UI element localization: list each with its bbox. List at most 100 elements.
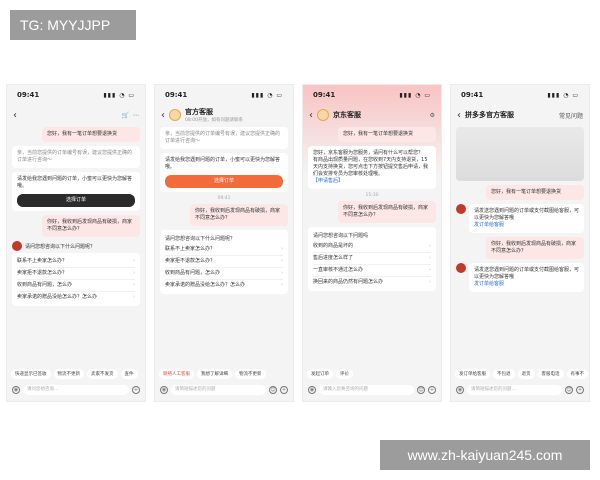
- question-text: 联系不上卖家怎么办？: [165, 246, 216, 252]
- add-icon[interactable]: +: [428, 386, 436, 394]
- quick-chip[interactable]: 查件: [120, 369, 138, 379]
- emoji-icon[interactable]: ☺: [417, 386, 425, 394]
- chat-body: 您好，我有一笔订单想要退换货 亲，当前您提供的订单编号有误，建议您提供正确的订单…: [7, 125, 145, 367]
- voice-icon[interactable]: ◉: [308, 386, 316, 394]
- bot-row: 请发送您遇到问题的订单或支付截图给客服，可以更快为您解答哦 发订单给客服: [456, 263, 584, 296]
- add-icon[interactable]: +: [576, 386, 584, 394]
- chat-title: 官方客服 08:00开放，如有问题请联系: [185, 107, 287, 123]
- quick-chip[interactable]: 发订单给客服: [455, 369, 490, 379]
- voice-icon[interactable]: ◉: [160, 386, 168, 394]
- quick-chip[interactable]: 快递显示已签收: [11, 369, 51, 379]
- status-time: 09:41: [313, 91, 336, 99]
- quick-chip[interactable]: 评价: [336, 369, 353, 379]
- back-icon[interactable]: ‹: [309, 110, 313, 121]
- add-icon[interactable]: +: [280, 386, 288, 394]
- settings-icon[interactable]: ⚙: [430, 112, 435, 119]
- quick-chip[interactable]: 物流不更新: [53, 369, 84, 379]
- question-head-text: 请问您想咨询以下什么问题呢？: [25, 243, 96, 250]
- time-mark: 15:30: [365, 193, 379, 198]
- quick-chip[interactable]: 我想了解详细: [197, 369, 232, 379]
- emoji-icon[interactable]: ☺: [269, 386, 277, 394]
- quick-chip[interactable]: 发起订单: [307, 369, 333, 379]
- question-item[interactable]: 卖家拒不退款怎么办？ ›: [17, 268, 135, 280]
- bot-message-text: 请发给我您遇到问题的订单，小蜜可以更快为您解答哦。: [17, 176, 133, 189]
- select-order-button[interactable]: 选择订单: [17, 194, 135, 207]
- chevron-right-icon: ›: [429, 255, 431, 261]
- bot-message-text: 请发送您遇到问题的订单或支付截图给客服，可以更快为您解答哦: [474, 267, 580, 280]
- question-item[interactable]: 联系不上卖家怎么办？ ›: [17, 256, 135, 268]
- send-order-link[interactable]: 发订单给客服: [474, 281, 504, 287]
- user-message: 你好，我收到后发现商品有破损，商家不同意怎么办？: [190, 204, 288, 226]
- bot-avatar-icon: [456, 263, 466, 273]
- message-input[interactable]: 请问您想咨询...: [23, 385, 129, 395]
- question-text: 一直审核不通过怎么办: [313, 267, 364, 273]
- quick-chip[interactable]: 退货: [517, 369, 535, 379]
- user-message: 你好，我收到后发现商品有破损，商家不同意怎么办？: [42, 215, 140, 237]
- quick-chip[interactable]: 有事不: [566, 369, 588, 379]
- question-item[interactable]: 一直审核不通过怎么办 ›: [313, 265, 431, 277]
- bot-avatar-icon: [12, 241, 22, 251]
- back-icon[interactable]: ‹: [13, 110, 17, 121]
- status-time: 09:41: [165, 91, 188, 99]
- quick-chips: 联络人工客服 我想了解详细 物流不更新: [155, 367, 293, 381]
- quick-chip[interactable]: 客服电话: [537, 369, 564, 379]
- bot-message: 请发送您遇到问题的订单或支付截图给客服，可以更快为您解答哦 发订单给客服: [469, 263, 584, 292]
- chat-header: ‹ 拼多多官方客服 常见问题: [451, 105, 589, 125]
- quick-chip[interactable]: 物流不更新: [235, 369, 266, 379]
- question-text: 收到商品有问题，怎么办: [165, 270, 221, 276]
- emoji-icon[interactable]: ☺: [565, 386, 573, 394]
- voice-icon[interactable]: ◉: [456, 386, 464, 394]
- bot-message: 亲，当前您提供的订单编号有误，建议您提供正确的订单进行咨询～: [160, 127, 288, 149]
- question-item[interactable]: 收到的商品是坏的 ›: [313, 241, 431, 253]
- chevron-right-icon: ›: [281, 270, 283, 276]
- send-order-link[interactable]: 发订单给客服: [474, 222, 504, 228]
- faq-link[interactable]: 常见问题: [559, 111, 583, 120]
- add-icon[interactable]: +: [132, 386, 140, 394]
- question-item[interactable]: 收到商品有问题，怎么办 ›: [17, 280, 135, 292]
- quick-chip[interactable]: 卖家不发货: [87, 369, 118, 379]
- watermark-top: TG: MYYJJPP: [10, 10, 136, 40]
- question-text: 联系不上卖家怎么办？: [17, 258, 68, 264]
- question-text: 卖家拒不退款怎么办？: [17, 270, 68, 276]
- chevron-right-icon: ›: [133, 294, 135, 300]
- bot-message: 请发给我您遇到问题的订单，小蜜可以更快为您解答哦。 选择订单: [160, 153, 288, 192]
- voice-icon[interactable]: ◉: [12, 386, 20, 394]
- input-bar: ◉ 请输入您要咨询的问题 ☺ +: [303, 383, 441, 397]
- status-time: 09:41: [461, 91, 484, 99]
- question-head: 请问您想咨询以下问题吗: [313, 233, 369, 239]
- signal-icon: ▮▮▮ ◔ ▭: [399, 91, 431, 99]
- status-bar: 09:41 ▮▮▮ ◔ ▭: [451, 85, 589, 105]
- quick-chip[interactable]: 不包退: [493, 369, 515, 379]
- status-time: 09:41: [17, 91, 40, 99]
- user-message: 您好，我有一笔订单想要退换货: [42, 127, 140, 142]
- more-icon[interactable]: ⋯: [133, 112, 139, 119]
- question-list: 请问您想咨询以下问题吗 收到的商品是坏的 › 售后进度怎么样了 › 一直审核不通过怎…: [308, 227, 436, 291]
- question-text: 卖家承诺的赠品没给怎么办？怎么办: [17, 294, 98, 300]
- back-icon[interactable]: ‹: [161, 110, 165, 121]
- chevron-right-icon: ›: [429, 279, 431, 285]
- back-icon[interactable]: ‹: [457, 110, 461, 121]
- question-text: 卖家承诺的赠品没给怎么办？怎么办: [165, 282, 246, 288]
- question-item[interactable]: 收到商品有问题，怎么办 ›: [165, 268, 283, 280]
- message-input[interactable]: 请简短描述您的问题: [171, 385, 266, 395]
- question-item[interactable]: 换回来的商品仍然有问题怎么办 ›: [313, 277, 431, 288]
- chevron-right-icon: ›: [281, 282, 283, 288]
- after-sale-link[interactable]: 【申请售后】: [313, 178, 343, 184]
- phone-screen-2: 09:41 ▮▮▮ ◔ ▭ ‹ 官方客服 08:00开放，如有问题请联系 亲，当前…: [154, 84, 294, 402]
- user-message: 你好，我收到后发现商品有破损，商家不同意怎么办？: [338, 201, 436, 223]
- question-item[interactable]: 卖家拒不退款怎么办？ ›: [165, 256, 283, 268]
- bot-message: 请发给我您遇到问题的订单，小蜜可以更快为您解答哦。 选择订单: [12, 172, 140, 211]
- status-bar: 09:41 ▮▮▮ ◔ ▭: [303, 85, 441, 105]
- message-input[interactable]: 请简短描述您的问题...: [467, 385, 562, 395]
- select-order-button[interactable]: 选择订单: [165, 175, 283, 188]
- question-item[interactable]: 联系不上卖家怎么办？ ›: [165, 244, 283, 256]
- question-item[interactable]: 卖家承诺的赠品没给怎么办？怎么办 ›: [17, 292, 135, 303]
- question-item[interactable]: 售后进度怎么样了 ›: [313, 253, 431, 265]
- bot-message-text: 您好，京东客服为您服务，请问有什么可以帮您？: [313, 150, 424, 156]
- quick-chip[interactable]: 联络人工客服: [159, 369, 194, 379]
- chevron-right-icon: ›: [429, 267, 431, 273]
- message-input[interactable]: 请输入您要咨询的问题: [319, 385, 414, 395]
- question-item[interactable]: 卖家承诺的赠品没给怎么办？怎么办 ›: [165, 280, 283, 291]
- cart-icon[interactable]: 🛒: [122, 112, 129, 119]
- watermark-bottom: www.zh-kaiyuan245.com: [380, 440, 590, 470]
